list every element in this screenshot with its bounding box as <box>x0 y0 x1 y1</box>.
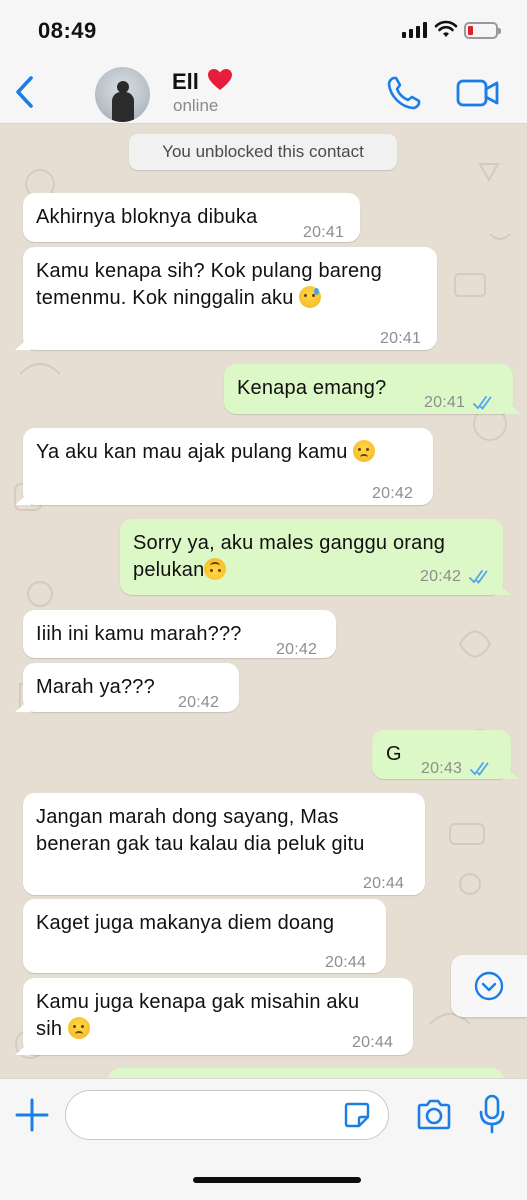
status-time: 08:49 <box>38 18 97 43</box>
message-time: 20:41 <box>303 224 345 241</box>
incoming-message[interactable]: Ya aku kan mau ajak pulang kamu 20:42 <box>23 428 433 505</box>
message-time: 20:42 <box>276 641 318 658</box>
message-text: Akhirnya bloknya dibuka <box>36 206 258 228</box>
message-text-line: Sorry ya, aku males ganggu orang <box>133 532 446 554</box>
chevron-down-circle-icon <box>474 971 504 1001</box>
message-text: Iiih ini kamu marah??? <box>36 623 242 645</box>
incoming-message[interactable]: Jangan marah dong sayang, Mas beneran ga… <box>23 793 425 895</box>
upside-down-emoji-icon <box>204 558 227 580</box>
message-input[interactable] <box>65 1090 389 1140</box>
message-time: 20:44 <box>363 875 405 892</box>
outgoing-message-partial[interactable] <box>108 1068 504 1078</box>
message-text: Marah ya??? <box>36 676 155 698</box>
message-text-line: Jangan marah dong sayang, Mas <box>36 806 339 828</box>
message-time: 20:44 <box>352 1034 394 1051</box>
outgoing-message[interactable]: Sorry ya, aku males ganggu orang pelukan… <box>120 519 503 595</box>
contact-status: online <box>173 96 219 115</box>
message-text-line: Kamu juga kenapa gak misahin aku <box>36 991 360 1013</box>
incoming-message[interactable]: Kamu juga kenapa gak misahin aku sih 20:… <box>23 978 413 1055</box>
double-check-icon <box>469 761 489 776</box>
disappointed-emoji-icon <box>67 1017 90 1039</box>
incoming-message[interactable]: Kamu kenapa sih? Kok pulang bareng temen… <box>23 247 437 350</box>
outgoing-message[interactable]: G 20:43 <box>372 730 511 779</box>
contact-name-text: Ell <box>172 69 199 94</box>
double-check-icon <box>472 395 492 410</box>
message-time: 20:41 <box>380 330 422 347</box>
message-text-line: beneran gak tau kalau dia peluk gitu <box>36 833 365 855</box>
incoming-message[interactable]: Iiih ini kamu marah??? 20:42 <box>23 610 336 658</box>
message-text-line: sih <box>36 1018 63 1040</box>
incoming-message[interactable]: Marah ya??? 20:42 <box>23 663 239 712</box>
plus-icon[interactable] <box>14 1097 50 1133</box>
microphone-icon[interactable] <box>476 1093 508 1135</box>
incoming-message[interactable]: Kaget juga makanya diem doang 20:44 <box>23 899 386 973</box>
chevron-left-icon[interactable] <box>10 72 40 112</box>
message-text-line: temenmu. Kok ninggalin aku <box>36 287 294 309</box>
system-message: You unblocked this contact <box>129 134 397 170</box>
message-time: 20:44 <box>325 954 367 971</box>
home-indicator[interactable] <box>193 1177 361 1183</box>
incoming-message[interactable]: Akhirnya bloknya dibuka 20:41 <box>23 193 360 242</box>
message-time: 20:43 <box>421 760 463 777</box>
avatar[interactable] <box>95 67 150 122</box>
sticker-icon[interactable] <box>343 1101 371 1129</box>
chat-area[interactable]: You unblocked this contact Akhirnya blok… <box>0 124 527 1078</box>
message-text-line: pelukan <box>133 559 205 581</box>
status-bar: 08:49 <box>0 0 527 62</box>
chat-header: Ell online <box>0 62 527 124</box>
message-text: Kaget juga makanya diem doang <box>36 912 335 934</box>
wifi-icon <box>434 20 458 37</box>
message-text: G <box>386 743 402 765</box>
message-time: 20:42 <box>178 694 220 711</box>
camera-icon[interactable] <box>415 1097 453 1133</box>
cellular-signal-icon <box>402 22 428 38</box>
phone-icon[interactable] <box>385 74 423 112</box>
double-check-icon <box>468 569 488 584</box>
message-time: 20:42 <box>372 485 414 502</box>
downcast-sweat-emoji-icon <box>299 286 322 308</box>
message-text: Kenapa emang? <box>237 377 387 399</box>
disappointed-emoji-icon <box>353 440 376 462</box>
message-text-line: Kamu kenapa sih? Kok pulang bareng <box>36 260 382 282</box>
message-time: 20:42 <box>420 568 462 585</box>
contact-name[interactable]: Ell <box>172 68 233 95</box>
heart-icon <box>208 69 233 90</box>
outgoing-message[interactable]: Kenapa emang? 20:41 <box>224 364 513 414</box>
battery-icon <box>464 22 501 39</box>
scroll-to-bottom-button[interactable] <box>451 955 527 1017</box>
message-text: Ya aku kan mau ajak pulang kamu <box>36 441 348 463</box>
video-camera-icon[interactable] <box>456 76 500 110</box>
message-time: 20:41 <box>424 394 466 411</box>
